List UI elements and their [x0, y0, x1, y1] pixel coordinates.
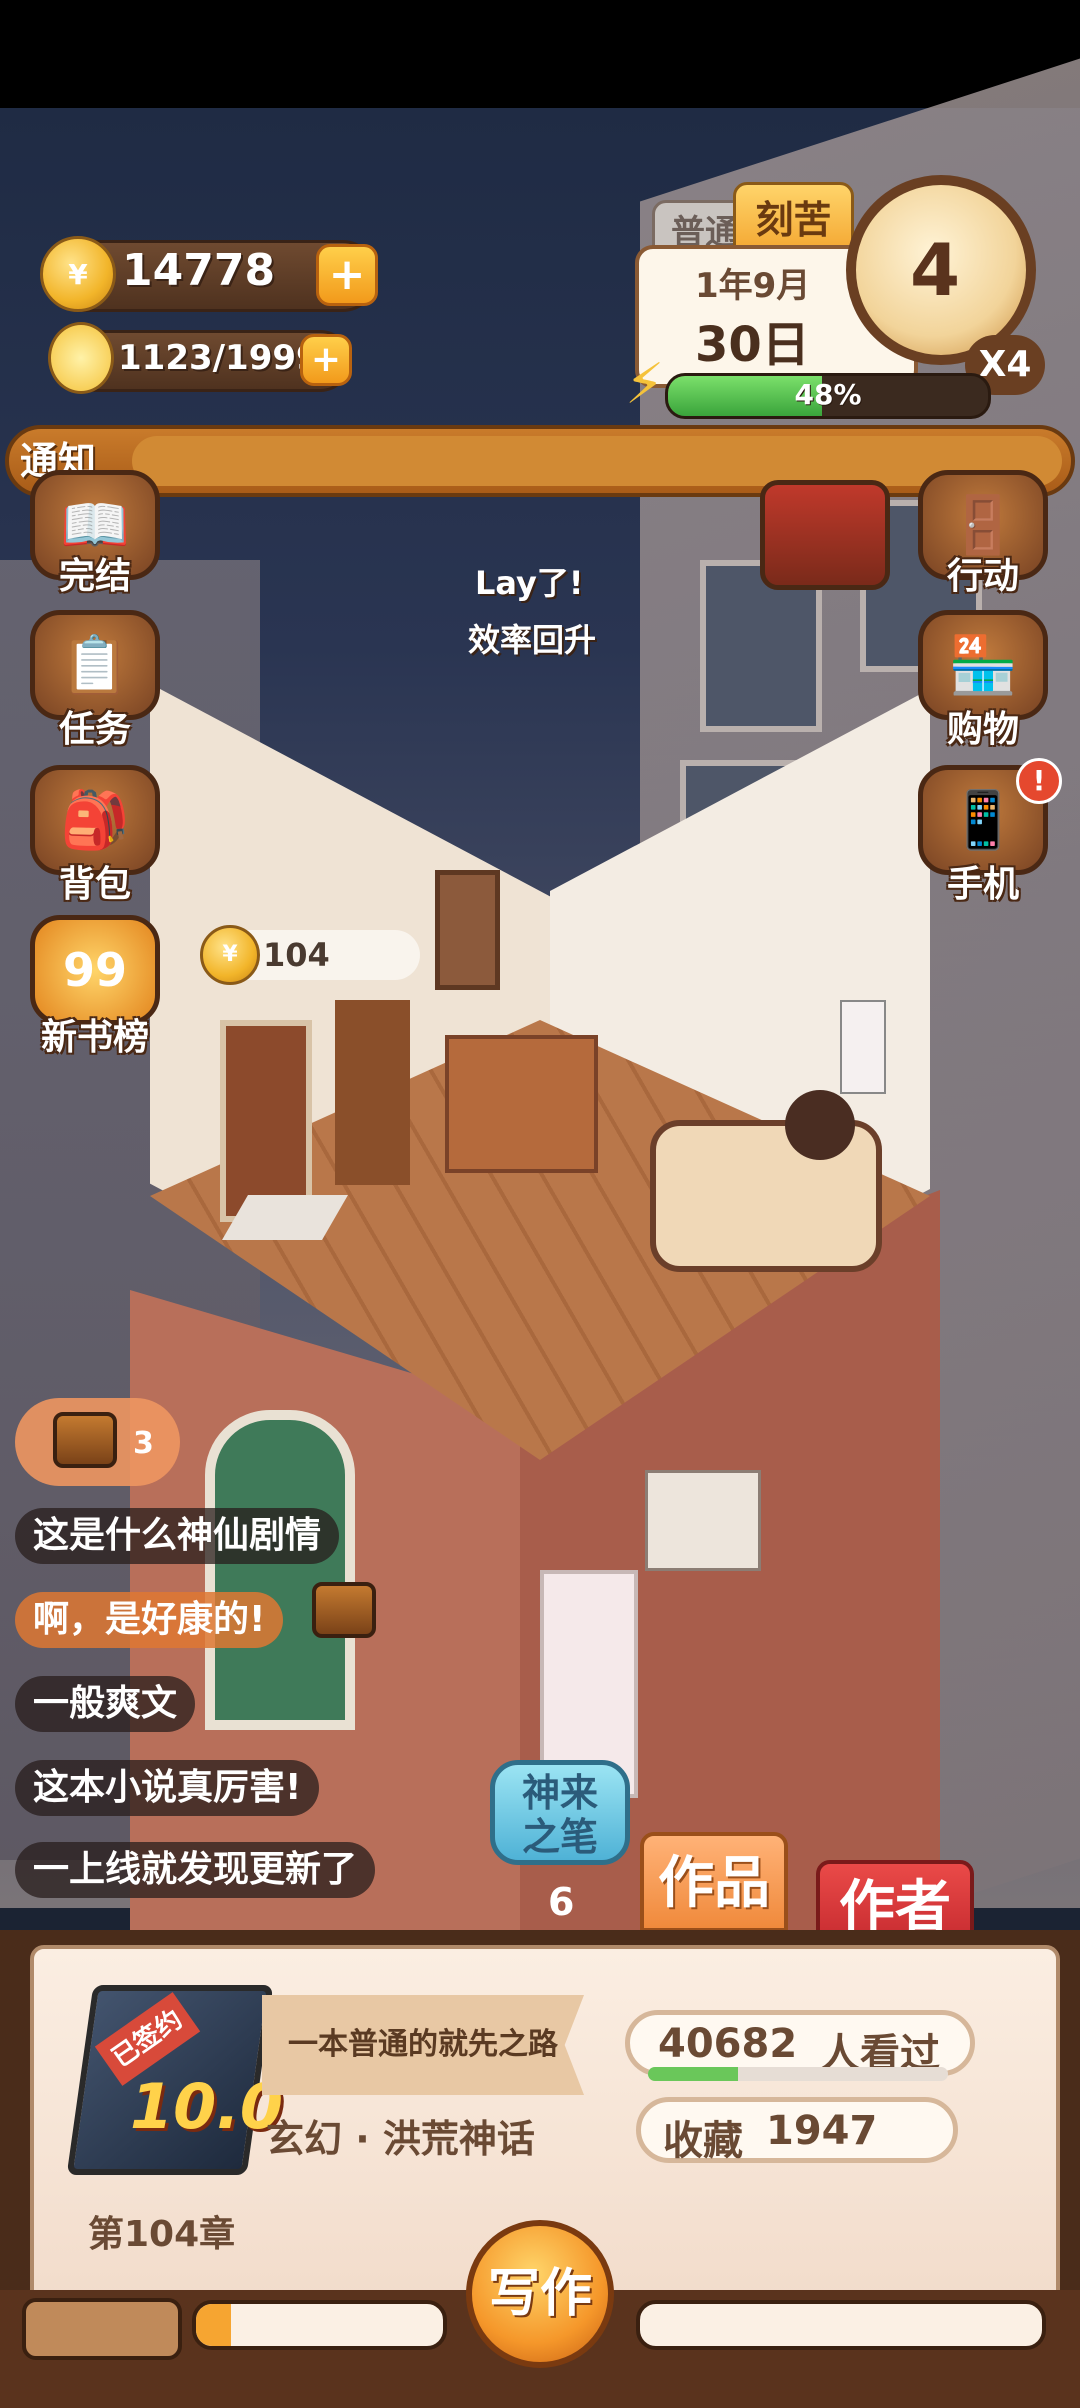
views-count: 40682 [658, 2021, 798, 2067]
notice-content [132, 436, 1062, 486]
book-title-text: 一本普通的就先之路 [288, 2027, 558, 2062]
newbook-rank-icon: 99 [62, 943, 127, 997]
treasure-chest-icon[interactable] [312, 1582, 376, 1638]
clock-number: 4 [910, 228, 961, 312]
add-coins-button[interactable]: + [316, 244, 378, 306]
favorites-pill: 收藏 1947 [636, 2097, 958, 2164]
skill-label-line1: 神来 [521, 1771, 598, 1815]
divine-pen-skill-button[interactable]: 神来 之笔 [490, 1760, 630, 1865]
bottom-slot[interactable] [22, 2298, 182, 2360]
writing-progress-fill [196, 2304, 231, 2346]
chapter-number: 第104章 [88, 2214, 236, 2255]
treasure-bubble[interactable]: 3 [15, 1398, 180, 1486]
lightning-icon[interactable]: ⚡ [625, 352, 680, 422]
comment-bubble: 这是什么神仙剧情 [15, 1508, 340, 1564]
newbook-rank-label: 新书榜 [40, 1017, 149, 1058]
comment-bubble: 一般爽文 [15, 1676, 196, 1732]
energy-bar: 48% [665, 373, 991, 419]
book-genre: 玄幻 · 洪荒神话 [266, 2117, 535, 2161]
treasure-count: 3 [133, 1426, 154, 1461]
status-bar [0, 0, 1080, 108]
room-door[interactable] [220, 1020, 312, 1222]
coin-reward-bubble[interactable]: ¥ 104 [200, 925, 420, 985]
phone-notification-badge: ! [1016, 758, 1062, 804]
wall-poster [840, 1000, 886, 1094]
coin-amount: 14778 [122, 245, 276, 296]
phone-icon: 📱 [948, 788, 1018, 853]
backpack-icon: 🎒 [60, 788, 130, 853]
window-frame [435, 870, 500, 990]
backpack-label: 背包 [58, 864, 131, 905]
book-score: 10.0 [130, 2070, 283, 2143]
date-day: 30日 [695, 317, 810, 373]
coin-reward-amount: 104 [263, 936, 330, 974]
idea-amount: 1123/1999 [118, 338, 320, 378]
favorites-label: 收藏 [663, 2118, 743, 2164]
write-button[interactable]: 写作 [466, 2220, 614, 2368]
status-message-line1: Lay了! [475, 564, 584, 602]
lightbulb-icon [48, 322, 114, 394]
tab-works[interactable]: 作品 [640, 1832, 788, 1932]
gold-coin-icon: ¥ [200, 925, 260, 985]
status-message-line2: 效率回升 [468, 621, 597, 659]
comment-bubble-highlighted[interactable]: 啊，是好康的! [15, 1592, 284, 1648]
add-ideas-button[interactable]: + [300, 334, 352, 386]
finish-label: 完结 [58, 556, 131, 597]
action-label: 行动 [946, 556, 1019, 597]
shop-label: 购物 [946, 709, 1019, 750]
date-month: 1年9月 [695, 266, 811, 306]
shop-icon: 🏪 [948, 633, 1018, 698]
skill-count: 6 [548, 1880, 575, 1924]
favorites-count: 1947 [766, 2108, 878, 2154]
tasks-icon: 📋 [60, 633, 130, 698]
writing-progress-bar [192, 2300, 447, 2350]
sleeping-character[interactable] [785, 1090, 855, 1160]
treasure-chest-icon [53, 1412, 117, 1468]
comment-bubble: 这本小说真厉害! [15, 1760, 320, 1816]
skill-label-line2: 之笔 [521, 1815, 598, 1859]
recruit-sign [645, 1470, 761, 1571]
views-progress-bar [648, 2067, 948, 2081]
views-progress-fill [648, 2067, 738, 2081]
secondary-progress-bar [636, 2300, 1046, 2350]
gold-coin-icon: ¥ [40, 236, 116, 312]
phone-label: 手机 [946, 864, 1019, 905]
book-title: 一本普通的就先之路 [262, 1995, 584, 2095]
gong-icon[interactable] [760, 480, 890, 590]
writing-desk[interactable] [445, 1035, 598, 1173]
shop-door [205, 1410, 355, 1730]
energy-percent: 48% [794, 378, 862, 411]
tasks-label: 任务 [58, 709, 131, 750]
bookshelf[interactable] [335, 1000, 410, 1185]
comment-bubble: 一上线就发现更新了 [15, 1842, 376, 1898]
